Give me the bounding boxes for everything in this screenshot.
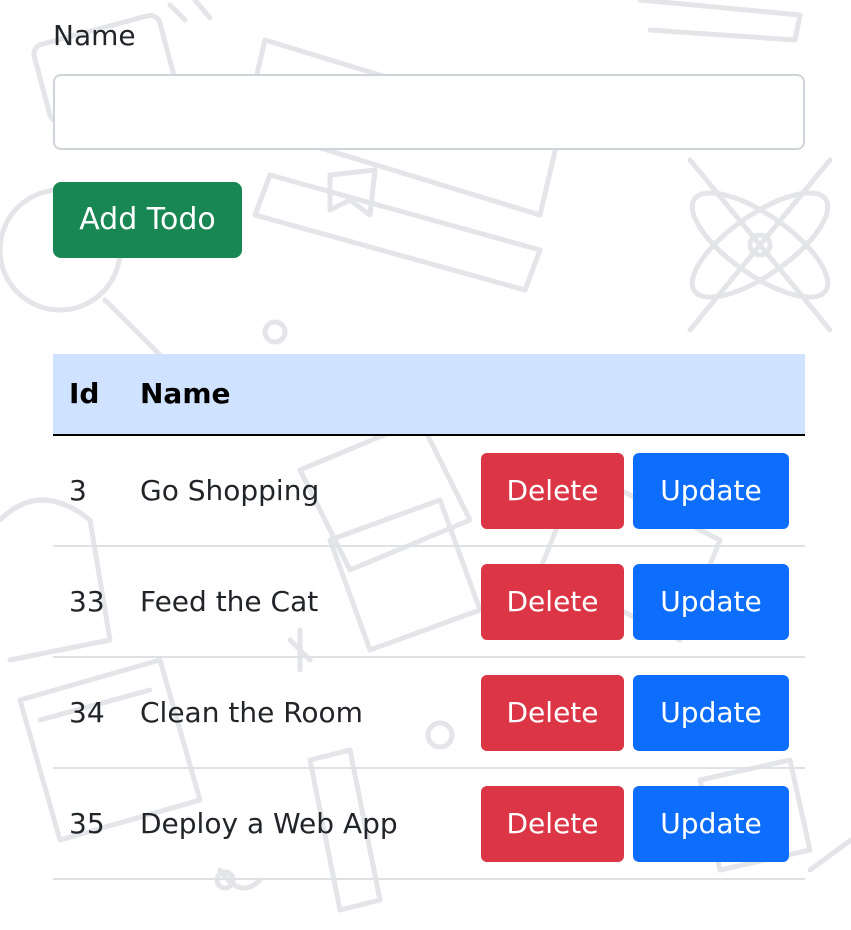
table-header: Id Name [53,354,805,436]
todo-name: Deploy a Web App [140,807,398,840]
todo-name: Go Shopping [140,474,320,507]
table-row: 3 Go Shopping Delete Update [53,436,805,547]
delete-button[interactable]: Delete [481,564,624,640]
update-button[interactable]: Update [633,453,789,529]
column-header-name: Name [140,377,231,410]
delete-button[interactable]: Delete [481,786,624,862]
delete-button[interactable]: Delete [481,675,624,751]
todo-name: Clean the Room [140,696,363,729]
table-row: 35 Deploy a Web App Delete Update [53,769,805,880]
todo-id: 33 [69,585,105,618]
add-todo-button[interactable]: Add Todo [53,182,242,258]
update-button[interactable]: Update [633,786,789,862]
delete-button[interactable]: Delete [481,453,624,529]
table-row: 34 Clean the Room Delete Update [53,658,805,769]
todo-id: 3 [69,474,87,507]
todo-id: 35 [69,807,105,840]
todo-table: Id Name 3 Go Shopping Delete Update 33 F… [53,354,805,880]
table-row: 33 Feed the Cat Delete Update [53,547,805,658]
column-header-id: Id [69,377,100,410]
todo-id: 34 [69,696,105,729]
todo-name: Feed the Cat [140,585,319,618]
name-input[interactable] [53,74,805,150]
update-button[interactable]: Update [633,564,789,640]
update-button[interactable]: Update [633,675,789,751]
name-label: Name [53,19,136,52]
